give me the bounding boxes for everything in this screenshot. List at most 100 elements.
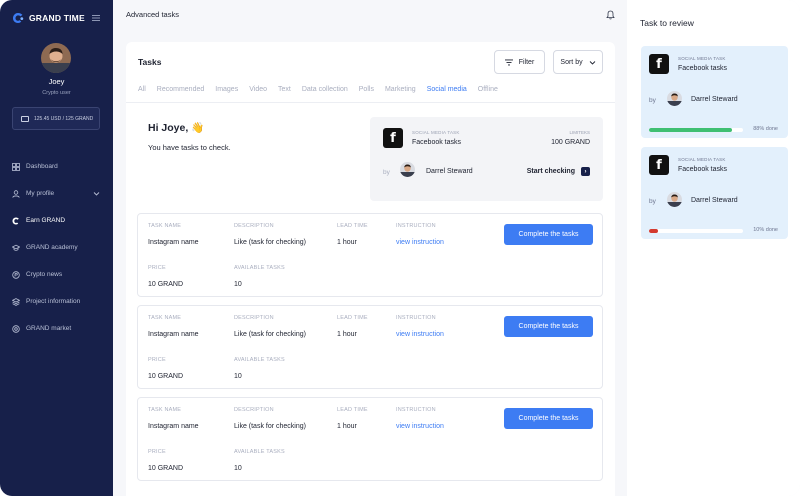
task-name-label: TASK NAME — [148, 315, 182, 321]
app-frame: GRAND TIME Joey Crypto user 125.45 USD /… — [0, 0, 800, 496]
tab-offline[interactable]: Offline — [478, 84, 498, 103]
chevron-down-icon[interactable] — [93, 190, 100, 197]
view-instruction-link[interactable]: view instruction — [396, 423, 444, 430]
tab-data-collection[interactable]: Data collection — [302, 84, 348, 103]
available-label: AVAILABLE TASKS — [234, 357, 285, 363]
limit-label: LIMITEKS — [569, 130, 590, 135]
sidebar-item-earn-grand[interactable]: Earn GRAND — [0, 207, 113, 234]
filter-button[interactable]: Filter — [494, 50, 545, 74]
review-panel: Task to review f SOCIAL MEDIA TASK Faceb… — [627, 0, 800, 496]
review-panel-title: Task to review — [640, 18, 694, 28]
sort-label: Sort by — [560, 58, 583, 66]
task-title: Facebook tasks — [678, 65, 728, 72]
task-description: Like (task for checking) — [234, 331, 306, 338]
complete-tasks-button[interactable]: Complete the tasks — [504, 224, 593, 245]
reviewer-avatar — [667, 91, 682, 106]
progress-bar — [649, 128, 743, 132]
avatar[interactable] — [41, 43, 71, 73]
tab-polls[interactable]: Polls — [359, 84, 374, 103]
task-available: 10 — [234, 465, 242, 472]
by-label: by — [383, 169, 390, 176]
sidebar-item-label: GRAND academy — [26, 244, 78, 251]
task-row: TASK NAME DESCRIPTION LEAD TIME INSTRUCT… — [137, 397, 603, 481]
task-price: 10 GRAND — [148, 373, 184, 380]
complete-tasks-button[interactable]: Complete the tasks — [504, 316, 593, 337]
price-label: PRICE — [148, 449, 166, 455]
task-title: Facebook tasks — [412, 139, 462, 146]
market-icon — [12, 324, 20, 333]
tab-images[interactable]: Images — [215, 84, 238, 103]
task-lead-time: 1 hour — [337, 239, 357, 246]
sidebar-nav: Dashboard My profile Earn GRAND GRAND ac… — [0, 153, 113, 342]
tab-text[interactable]: Text — [278, 84, 291, 103]
lead-time-label: LEAD TIME — [337, 315, 368, 321]
tab-recommended[interactable]: Recommended — [157, 84, 204, 103]
facebook-icon: f — [649, 155, 669, 175]
arrow-right-icon: › — [581, 167, 590, 176]
task-price: 10 GRAND — [148, 281, 184, 288]
start-checking-button[interactable]: Start checking › — [527, 167, 590, 176]
lead-time-label: LEAD TIME — [337, 407, 368, 413]
instruction-label: INSTRUCTION — [396, 315, 436, 321]
progress-fill — [649, 229, 659, 233]
view-instruction-link[interactable]: view instruction — [396, 239, 444, 246]
tab-social-media[interactable]: Social media — [426, 84, 467, 103]
progress-bar — [649, 229, 743, 233]
task-name: Instagram name — [148, 331, 199, 338]
menu-icon[interactable] — [92, 14, 100, 22]
tab-video[interactable]: Video — [249, 84, 267, 103]
sidebar-item-dashboard[interactable]: Dashboard — [0, 153, 113, 180]
grand-logo-icon — [13, 13, 24, 23]
progress-label: 10% done — [753, 227, 778, 233]
reviewer-avatar — [400, 162, 415, 177]
reviewer-name: Darrel Steward — [691, 96, 738, 103]
sidebar-item-label: Dashboard — [26, 163, 58, 170]
dashboard-icon — [12, 162, 20, 171]
price-label: PRICE — [148, 357, 166, 363]
sidebar-item-project-information[interactable]: Project information — [0, 288, 113, 315]
price-label: PRICE — [148, 265, 166, 271]
view-instruction-link[interactable]: view instruction — [396, 331, 444, 338]
task-tag: SOCIAL MEDIA TASK — [678, 56, 726, 61]
greeting-subtitle: You have tasks to check. — [148, 143, 231, 152]
limit-value: 100 GRAND — [551, 139, 590, 146]
task-description: Like (task for checking) — [234, 423, 306, 430]
start-checking-label: Start checking — [526, 168, 575, 175]
sidebar-item-grand-academy[interactable]: GRAND academy — [0, 234, 113, 261]
sidebar-item-grand-market[interactable]: GRAND market — [0, 315, 113, 342]
description-label: DESCRIPTION — [234, 223, 274, 229]
tab-all[interactable]: All — [138, 84, 146, 103]
brand-name: GRAND TIME — [29, 13, 85, 23]
review-card[interactable]: f SOCIAL MEDIA TASK Facebook tasks by Da… — [641, 147, 788, 239]
balance-display[interactable]: 125.45 USD / 125 GRAND — [12, 107, 100, 130]
sidebar-item-label: Earn GRAND — [26, 217, 66, 224]
tabs-divider — [126, 102, 615, 103]
review-task-card[interactable]: f SOCIAL MEDIA TASK Facebook tasks LIMIT… — [370, 117, 603, 201]
filter-label: Filter — [518, 58, 535, 66]
facebook-icon: f — [649, 54, 669, 74]
project-icon — [12, 297, 20, 306]
task-available: 10 — [234, 373, 242, 380]
progress-fill — [649, 128, 732, 132]
sidebar-item-my-profile[interactable]: My profile — [0, 180, 113, 207]
sidebar-item-crypto-news[interactable]: Crypto news — [0, 261, 113, 288]
brand[interactable]: GRAND TIME — [12, 12, 85, 24]
task-description: Like (task for checking) — [234, 239, 306, 246]
sidebar-item-label: Crypto news — [26, 271, 63, 278]
tab-marketing[interactable]: Marketing — [385, 84, 416, 103]
task-available: 10 — [234, 281, 242, 288]
sidebar-item-label: Project information — [26, 298, 81, 305]
instruction-label: INSTRUCTION — [396, 407, 436, 413]
review-card[interactable]: f SOCIAL MEDIA TASK Facebook tasks by Da… — [641, 46, 788, 138]
bell-icon[interactable] — [606, 10, 615, 20]
wallet-icon — [21, 115, 29, 122]
task-tabs: All Recommended Images Video Text Data c… — [138, 84, 498, 103]
reviewer-avatar — [667, 192, 682, 207]
instruction-label: INSTRUCTION — [396, 223, 436, 229]
complete-tasks-button[interactable]: Complete the tasks — [504, 408, 593, 429]
by-label: by — [649, 97, 656, 104]
task-name-label: TASK NAME — [148, 407, 182, 413]
earn-icon — [12, 217, 19, 224]
sort-dropdown[interactable]: Sort by — [553, 50, 603, 74]
sidebar-item-label: GRAND market — [26, 325, 72, 332]
